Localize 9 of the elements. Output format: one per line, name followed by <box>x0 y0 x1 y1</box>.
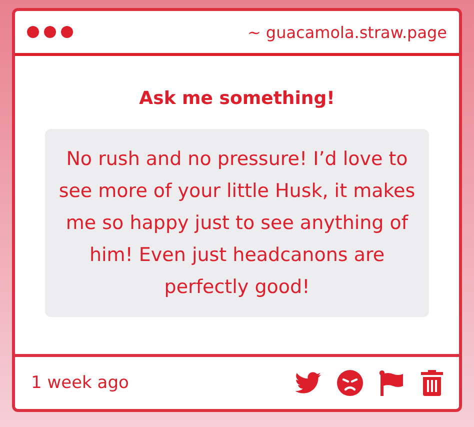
window-dots-icon <box>27 26 73 38</box>
trash-icon[interactable] <box>421 370 443 396</box>
angry-face-icon[interactable] <box>337 370 363 396</box>
site-url: ~ guacamola.straw.page <box>247 22 447 42</box>
timestamp: 1 week ago <box>31 373 129 393</box>
message-text: No rush and no pressure! I’d love to see more of your little Husk, it makes me so happy just to see anything of him! Even just headcanons are perfectly good! <box>58 148 416 298</box>
bird-icon[interactable] <box>295 372 321 394</box>
flag-icon[interactable] <box>379 370 405 396</box>
question-title: Ask me something! <box>139 88 335 109</box>
